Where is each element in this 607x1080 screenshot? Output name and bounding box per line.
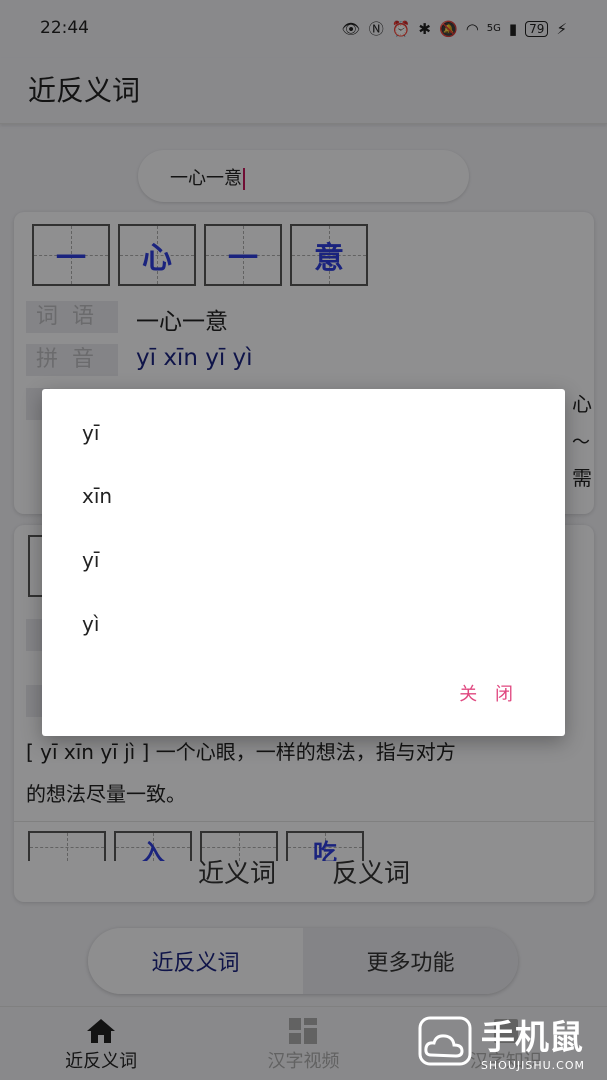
watermark-text: 手机鼠 <box>480 1018 583 1058</box>
cloud-logo-icon <box>418 1016 472 1066</box>
pinyin-option[interactable]: yī <box>82 421 99 445</box>
pinyin-option[interactable]: yī <box>82 548 99 572</box>
watermark-text-block: 手机鼠 SHOUJISHU.COM <box>481 1010 585 1072</box>
close-button[interactable]: 关 闭 <box>459 680 519 706</box>
pinyin-dialog: yī xīn yī yì 关 闭 <box>42 389 565 736</box>
watermark-url: SHOUJISHU.COM <box>480 1059 585 1072</box>
pinyin-option[interactable]: yì <box>82 612 99 636</box>
pinyin-option[interactable]: xīn <box>82 484 112 508</box>
watermark: 手机鼠 SHOUJISHU.COM <box>417 1010 585 1072</box>
